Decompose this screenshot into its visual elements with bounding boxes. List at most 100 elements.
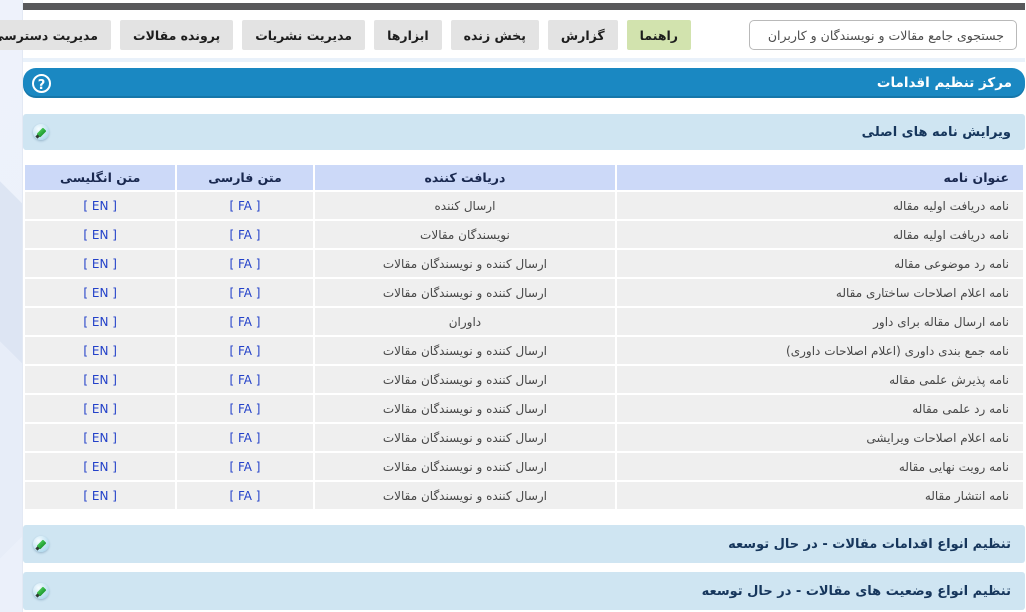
- fa-edit-link[interactable]: [ FA ]: [230, 286, 261, 300]
- en-edit-link[interactable]: [ EN ]: [84, 257, 118, 271]
- edit-icon[interactable]: [34, 583, 50, 599]
- nav-button-journal-management[interactable]: مدیریت نشریات: [243, 20, 366, 50]
- nav-separator: [24, 58, 1026, 62]
- section-status-types-title: تنظیم انواع وضعیت های مقالات - در حال تو…: [703, 584, 1012, 599]
- en-edit-link[interactable]: [ EN ]: [84, 431, 118, 445]
- letters-table-header-row: عنوان نامه دریافت کننده متن فارسی متن ان…: [26, 165, 1024, 190]
- column-header-english-text: متن انگلیسی: [26, 165, 176, 190]
- en-edit-link[interactable]: [ EN ]: [84, 402, 118, 416]
- table-row: نامه رد علمی مقالهارسال کننده و نویسندگا…: [26, 395, 1024, 422]
- en-edit-link[interactable]: [ EN ]: [84, 344, 118, 358]
- column-header-persian-text: متن فارسی: [178, 165, 313, 190]
- persian-text-cell: [ FA ]: [178, 250, 313, 277]
- persian-text-cell: [ FA ]: [178, 453, 313, 480]
- fa-edit-link[interactable]: [ FA ]: [230, 199, 261, 213]
- en-edit-link[interactable]: [ EN ]: [84, 460, 118, 474]
- table-row: نامه رویت نهایی مقالهارسال کننده و نویسن…: [26, 453, 1024, 480]
- letter-title-cell: نامه اعلام اصلاحات ویرایشی: [618, 424, 1024, 451]
- column-header-recipient: دریافت کننده: [316, 165, 617, 190]
- en-edit-link[interactable]: [ EN ]: [84, 228, 118, 242]
- recipient-cell: ارسال کننده و نویسندگان مقالات: [316, 453, 617, 480]
- persian-text-cell: [ FA ]: [178, 424, 313, 451]
- fa-edit-link[interactable]: [ FA ]: [230, 402, 261, 416]
- letter-title-cell: نامه رد علمی مقاله: [618, 395, 1024, 422]
- letter-title-cell: نامه اعلام اصلاحات ساختاری مقاله: [618, 279, 1024, 306]
- letter-title-cell: نامه پذیرش علمی مقاله: [618, 366, 1024, 393]
- section-action-types[interactable]: تنظیم انواع اقدامات مقالات - در حال توسع…: [24, 525, 1026, 563]
- search-input[interactable]: [750, 20, 1018, 50]
- recipient-cell: ارسال کننده: [316, 192, 617, 219]
- persian-text-cell: [ FA ]: [178, 395, 313, 422]
- english-text-cell: [ EN ]: [26, 453, 176, 480]
- section-action-types-title: تنظیم انواع اقدامات مقالات - در حال توسع…: [729, 537, 1012, 552]
- table-row: نامه اعلام اصلاحات ویرایشیارسال کننده و …: [26, 424, 1024, 451]
- en-edit-link[interactable]: [ EN ]: [84, 489, 118, 503]
- fa-edit-link[interactable]: [ FA ]: [230, 228, 261, 242]
- english-text-cell: [ EN ]: [26, 366, 176, 393]
- section-edit-letters-title: ویرایش نامه های اصلی: [863, 125, 1012, 140]
- fa-edit-link[interactable]: [ FA ]: [230, 344, 261, 358]
- section-edit-letters[interactable]: ویرایش نامه های اصلی: [24, 114, 1026, 150]
- letters-table: عنوان نامه دریافت کننده متن فارسی متن ان…: [24, 163, 1026, 511]
- edit-icon[interactable]: [34, 536, 50, 552]
- letter-title-cell: نامه رویت نهایی مقاله: [618, 453, 1024, 480]
- recipient-cell: ارسال کننده و نویسندگان مقالات: [316, 395, 617, 422]
- english-text-cell: [ EN ]: [26, 250, 176, 277]
- nav-button-help[interactable]: راهنما: [628, 20, 692, 50]
- letter-title-cell: نامه انتشار مقاله: [618, 482, 1024, 509]
- nav-button-report[interactable]: گزارش: [549, 20, 619, 50]
- table-row: نامه اعلام اصلاحات ساختاری مقالهارسال کن…: [26, 279, 1024, 306]
- en-edit-link[interactable]: [ EN ]: [84, 315, 118, 329]
- en-edit-link[interactable]: [ EN ]: [84, 199, 118, 213]
- english-text-cell: [ EN ]: [26, 221, 176, 248]
- nav-button-article-files[interactable]: پرونده مقالات: [121, 20, 234, 50]
- english-text-cell: [ EN ]: [26, 192, 176, 219]
- table-row: نامه ارسال مقاله برای داورداوران[ FA ][ …: [26, 308, 1024, 335]
- letters-table-body: نامه دریافت اولیه مقالهارسال کننده [ FA ]…: [26, 192, 1024, 509]
- fa-edit-link[interactable]: [ FA ]: [230, 257, 261, 271]
- recipient-cell: ارسال کننده و نویسندگان مقالات: [316, 424, 617, 451]
- letter-title-cell: نامه ارسال مقاله برای داور: [618, 308, 1024, 335]
- main-nav: راهنما گزارش پخش زنده ابزارها مدیریت نشریات پ…: [24, 10, 1026, 58]
- table-row: نامه دریافت اولیه مقالهنویسندگان مقالات […: [26, 221, 1024, 248]
- persian-text-cell: [ FA ]: [178, 279, 313, 306]
- edit-icon[interactable]: [34, 124, 50, 140]
- nav-button-tools[interactable]: ابزارها: [375, 20, 443, 50]
- recipient-cell: ارسال کننده و نویسندگان مقالات: [316, 337, 617, 364]
- en-edit-link[interactable]: [ EN ]: [84, 286, 118, 300]
- page-title: مرکز تنظیم اقدامات: [878, 75, 1013, 91]
- page-title-bar: مرکز تنظیم اقدامات ?: [24, 68, 1026, 98]
- persian-text-cell: [ FA ]: [178, 366, 313, 393]
- nav-button-live-broadcast[interactable]: پخش زنده: [452, 20, 540, 50]
- nav-button-access-management[interactable]: مدیریت دسترسی ها: [0, 20, 112, 50]
- letter-title-cell: نامه دریافت اولیه مقاله: [618, 221, 1024, 248]
- search-container: [750, 20, 1018, 50]
- english-text-cell: [ EN ]: [26, 279, 176, 306]
- en-edit-link[interactable]: [ EN ]: [84, 373, 118, 387]
- table-row: نامه دریافت اولیه مقالهارسال کننده [ FA ]…: [26, 192, 1024, 219]
- letter-title-cell: نامه دریافت اولیه مقاله: [618, 192, 1024, 219]
- fa-edit-link[interactable]: [ FA ]: [230, 431, 261, 445]
- persian-text-cell: [ FA ]: [178, 221, 313, 248]
- persian-text-cell: [ FA ]: [178, 308, 313, 335]
- table-row: نامه جمع بندی داوری (اعلام اصلاحات داوری…: [26, 337, 1024, 364]
- fa-edit-link[interactable]: [ FA ]: [230, 315, 261, 329]
- english-text-cell: [ EN ]: [26, 395, 176, 422]
- english-text-cell: [ EN ]: [26, 308, 176, 335]
- section-status-types[interactable]: تنظیم انواع وضعیت های مقالات - در حال تو…: [24, 572, 1026, 610]
- recipient-cell: ارسال کننده و نویسندگان مقالات: [316, 250, 617, 277]
- help-icon[interactable]: ?: [33, 74, 52, 93]
- fa-edit-link[interactable]: [ FA ]: [230, 460, 261, 474]
- english-text-cell: [ EN ]: [26, 337, 176, 364]
- recipient-cell: نویسندگان مقالات: [316, 221, 617, 248]
- english-text-cell: [ EN ]: [26, 482, 176, 509]
- top-dark-bar: [24, 3, 1026, 10]
- fa-edit-link[interactable]: [ FA ]: [230, 373, 261, 387]
- table-row: نامه انتشار مقالهارسال کننده و نویسندگان…: [26, 482, 1024, 509]
- recipient-cell: ارسال کننده و نویسندگان مقالات: [316, 366, 617, 393]
- letter-title-cell: نامه جمع بندی داوری (اعلام اصلاحات داوری…: [618, 337, 1024, 364]
- main-panel: راهنما گزارش پخش زنده ابزارها مدیریت نشریات پ…: [23, 0, 1026, 612]
- fa-edit-link[interactable]: [ FA ]: [230, 489, 261, 503]
- persian-text-cell: [ FA ]: [178, 337, 313, 364]
- nav-buttons: راهنما گزارش پخش زنده ابزارها مدیریت نشریات پ…: [0, 20, 692, 50]
